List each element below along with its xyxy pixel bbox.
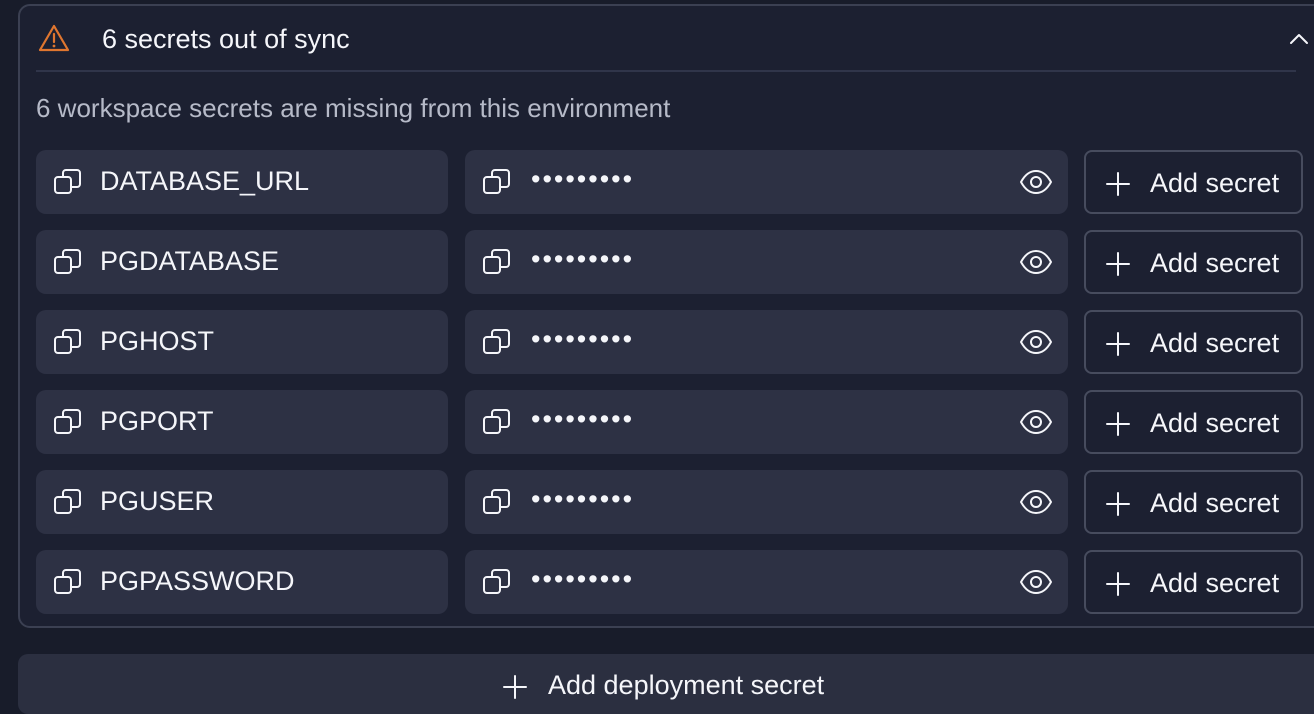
panel-description: 6 workspace secrets are missing from thi… [36, 93, 671, 123]
panel-title: 6 secrets out of sync [102, 24, 350, 54]
copy-icon[interactable] [52, 246, 84, 278]
copy-icon[interactable] [52, 566, 84, 598]
eye-icon[interactable] [1018, 326, 1054, 358]
secret-value-masked: ••••••••• [531, 244, 635, 274]
eye-icon[interactable] [1018, 166, 1054, 198]
secret-value-field[interactable]: ••••••••• [465, 310, 1068, 374]
add-secret-label: Add secret [1150, 408, 1280, 438]
copy-icon[interactable] [481, 166, 513, 198]
add-secret-label: Add secret [1150, 568, 1280, 598]
add-secret-label: Add secret [1150, 488, 1280, 518]
chevron-up-icon[interactable] [1284, 24, 1314, 54]
add-secret-button[interactable]: Add secret [1084, 150, 1303, 214]
eye-icon[interactable] [1018, 406, 1054, 438]
copy-icon[interactable] [481, 406, 513, 438]
secret-value-field[interactable]: ••••••••• [465, 550, 1068, 614]
copy-icon[interactable] [52, 326, 84, 358]
secret-row-pgdatabase: PGDATABASE ••••••••• Add secret [36, 230, 1314, 294]
secret-row-database-url: DATABASE_URL ••••••••• Add secret [36, 150, 1314, 214]
plus-icon [1106, 572, 1130, 596]
eye-icon[interactable] [1018, 566, 1054, 598]
secret-value-masked: ••••••••• [531, 484, 635, 514]
add-secret-button[interactable]: Add secret [1084, 470, 1303, 534]
secrets-out-of-sync-panel: 6 secrets out of sync 6 workspace secret… [18, 4, 1314, 628]
secret-value-masked: ••••••••• [531, 404, 635, 434]
copy-icon[interactable] [52, 166, 84, 198]
copy-icon[interactable] [52, 406, 84, 438]
secret-value-masked: ••••••••• [531, 164, 635, 194]
secret-value-field[interactable]: ••••••••• [465, 470, 1068, 534]
secret-value-field[interactable]: ••••••••• [465, 230, 1068, 294]
add-secret-button[interactable]: Add secret [1084, 390, 1303, 454]
add-secret-button[interactable]: Add secret [1084, 230, 1303, 294]
plus-icon [1106, 332, 1130, 356]
plus-icon [1106, 172, 1130, 196]
secret-key-text: PGDATABASE [100, 246, 280, 276]
add-deployment-secret-button[interactable]: Add deployment secret [18, 654, 1314, 714]
secret-key-text: PGUSER [100, 486, 215, 516]
secrets-list: DATABASE_URL ••••••••• Add secret PGDATA… [36, 150, 1314, 630]
secret-key-text: DATABASE_URL [100, 166, 310, 196]
warning-triangle-icon [38, 24, 70, 52]
secret-row-pgpassword: PGPASSWORD ••••••••• Add secret [36, 550, 1314, 614]
add-secret-label: Add secret [1150, 328, 1280, 358]
eye-icon[interactable] [1018, 486, 1054, 518]
add-secret-button[interactable]: Add secret [1084, 550, 1303, 614]
secret-key-field[interactable]: PGHOST [36, 310, 448, 374]
secret-row-pghost: PGHOST ••••••••• Add secret [36, 310, 1314, 374]
secret-key-text: PGPORT [100, 406, 214, 436]
add-deployment-secret-label: Add deployment secret [548, 670, 825, 700]
secret-key-field[interactable]: PGUSER [36, 470, 448, 534]
add-secret-label: Add secret [1150, 248, 1280, 278]
copy-icon[interactable] [52, 486, 84, 518]
secret-key-field[interactable]: PGPORT [36, 390, 448, 454]
secret-key-field[interactable]: DATABASE_URL [36, 150, 448, 214]
secret-key-text: PGPASSWORD [100, 566, 295, 596]
plus-icon [1106, 492, 1130, 516]
panel-header[interactable]: 6 secrets out of sync [36, 6, 1308, 72]
copy-icon[interactable] [481, 566, 513, 598]
copy-icon[interactable] [481, 246, 513, 278]
plus-icon [503, 675, 527, 699]
plus-icon [1106, 412, 1130, 436]
secret-row-pgport: PGPORT ••••••••• Add secret [36, 390, 1314, 454]
secret-value-masked: ••••••••• [531, 324, 635, 354]
secret-key-field[interactable]: PGPASSWORD [36, 550, 448, 614]
secret-key-text: PGHOST [100, 326, 215, 356]
secret-value-masked: ••••••••• [531, 564, 635, 594]
add-secret-label: Add secret [1150, 168, 1280, 198]
secret-value-field[interactable]: ••••••••• [465, 390, 1068, 454]
eye-icon[interactable] [1018, 246, 1054, 278]
copy-icon[interactable] [481, 486, 513, 518]
plus-icon [1106, 252, 1130, 276]
secret-value-field[interactable]: ••••••••• [465, 150, 1068, 214]
copy-icon[interactable] [481, 326, 513, 358]
secret-row-pguser: PGUSER ••••••••• Add secret [36, 470, 1314, 534]
add-secret-button[interactable]: Add secret [1084, 310, 1303, 374]
secret-key-field[interactable]: PGDATABASE [36, 230, 448, 294]
